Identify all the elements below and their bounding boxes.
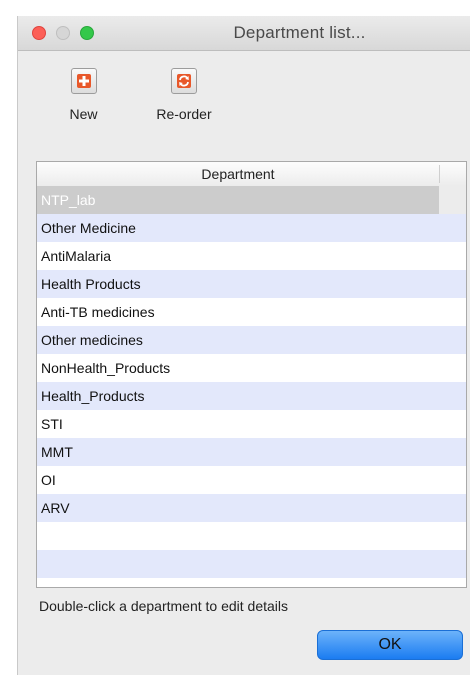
new-button[interactable]: New: [56, 68, 111, 122]
instruction-text: Double-click a department to edit detail…: [39, 598, 289, 614]
reorder-button[interactable]: Re-order: [144, 68, 224, 122]
zoom-window-button[interactable]: [80, 26, 94, 40]
table-row[interactable]: ARV: [37, 494, 466, 522]
reorder-button-label: Re-order: [156, 106, 212, 122]
table-row[interactable]: MMT: [37, 438, 466, 466]
table-rows: NTP_lab Other Medicine AntiMalaria Healt…: [37, 186, 466, 578]
table-row[interactable]: Health_Products: [37, 382, 466, 410]
plus-icon: [70, 68, 97, 94]
table-row[interactable]: NTP_lab: [37, 186, 466, 214]
table-row[interactable]: OI: [37, 466, 466, 494]
department-table[interactable]: Department NTP_lab Other Medicine AntiMa…: [36, 161, 467, 588]
table-row[interactable]: [37, 550, 466, 578]
window-title: Department list...: [233, 23, 366, 42]
table-row[interactable]: [37, 522, 466, 550]
column-divider: [439, 165, 440, 183]
minimize-window-button[interactable]: [56, 26, 70, 40]
department-list-window: Department list... New Re-order Departme: [17, 16, 470, 675]
table-row[interactable]: Other medicines: [37, 326, 466, 354]
table-row[interactable]: NonHealth_Products: [37, 354, 466, 382]
reorder-icon: [171, 68, 197, 94]
table-row[interactable]: Health Products: [37, 270, 466, 298]
close-window-button[interactable]: [32, 26, 46, 40]
table-header: Department: [37, 162, 466, 187]
table-row[interactable]: STI: [37, 410, 466, 438]
table-row[interactable]: AntiMalaria: [37, 242, 466, 270]
department-column-header[interactable]: Department: [37, 162, 439, 186]
table-row[interactable]: Anti-TB medicines: [37, 298, 466, 326]
table-row[interactable]: Other Medicine: [37, 214, 466, 242]
title-bar[interactable]: Department list...: [18, 16, 470, 51]
ok-button[interactable]: OK: [317, 630, 463, 660]
new-button-label: New: [69, 106, 98, 122]
